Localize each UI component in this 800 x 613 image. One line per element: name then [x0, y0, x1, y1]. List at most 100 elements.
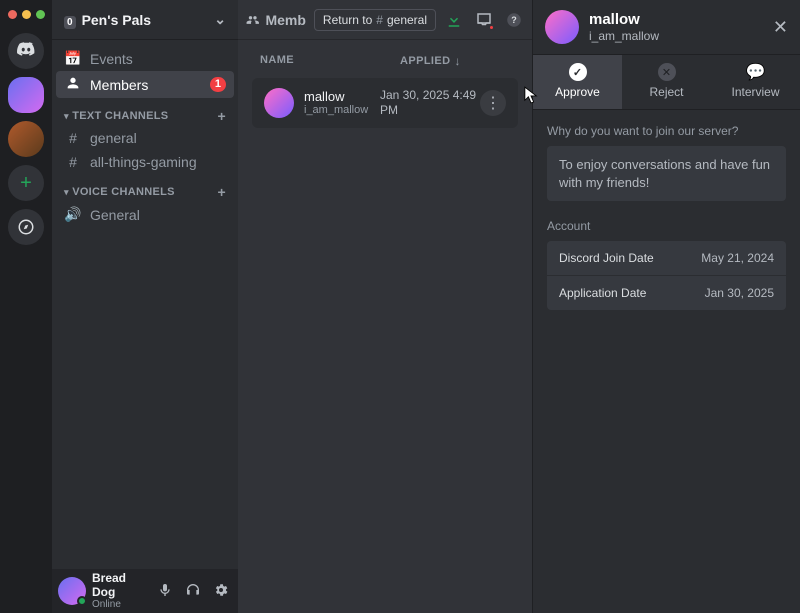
return-prefix: Return to: [323, 13, 372, 27]
tab-label: Interview: [731, 85, 779, 99]
applicant-list-header: NAME APPLIED ↓: [238, 40, 532, 78]
applicant-display-name: mallow: [304, 89, 380, 105]
hash-icon: #: [64, 130, 82, 146]
deafen-button[interactable]: [182, 582, 204, 601]
status-online-icon: [77, 596, 87, 606]
row-label: Discord Join Date: [559, 251, 654, 265]
panel-action-tabs: ✓ Approve ✕ Reject 💬 Interview: [533, 54, 800, 110]
sidebar-item-events[interactable]: 📅 Events: [56, 46, 234, 71]
channel-list: 📅 Events Members 1 ▾ TEXT CHANNELS + # g…: [52, 40, 238, 569]
download-button[interactable]: [444, 10, 464, 30]
row-value: May 21, 2024: [701, 251, 774, 265]
server-level-badge: 0: [64, 16, 76, 29]
explore-servers-button[interactable]: [8, 209, 44, 245]
svg-text:?: ?: [511, 15, 517, 25]
sidebar-item-members[interactable]: Members 1: [56, 71, 234, 98]
server-pens-pals[interactable]: [8, 77, 44, 113]
channel-label: general: [90, 130, 137, 146]
window-close-dot[interactable]: [8, 10, 17, 19]
applicant-applied-date: Jan 30, 2025 4:49 PM: [380, 88, 480, 118]
server-rail: +: [0, 0, 52, 613]
tab-label: Reject: [649, 85, 683, 99]
notification-dot-icon: [488, 24, 495, 31]
tab-approve[interactable]: ✓ Approve: [533, 55, 622, 109]
user-settings-button[interactable]: [210, 582, 232, 601]
panel-username: i_am_mallow: [589, 29, 763, 43]
speech-bubble-icon: 💬: [747, 63, 765, 81]
application-question: Why do you want to join our server?: [547, 124, 786, 138]
window-min-dot[interactable]: [22, 10, 31, 19]
chevron-down-icon: ⌄: [214, 11, 226, 28]
col-applied-header[interactable]: APPLIED ↓: [400, 54, 510, 68]
topbar-title: Memb: [265, 12, 305, 28]
applicant-row[interactable]: mallow i_am_mallow Jan 30, 2025 4:49 PM …: [252, 78, 518, 128]
self-status: Online: [92, 599, 148, 610]
inbox-button[interactable]: [474, 10, 494, 30]
panel-display-name: mallow: [589, 11, 763, 29]
add-server-button[interactable]: +: [8, 165, 44, 201]
channel-label: General: [90, 207, 140, 223]
sidebar-item-label: Members: [90, 77, 148, 93]
panel-header: mallow i_am_mallow ✕: [533, 0, 800, 54]
members-icon: [64, 75, 82, 94]
col-name-header[interactable]: NAME: [260, 54, 400, 68]
sort-arrow-down-icon: ↓: [454, 54, 460, 68]
category-text-channels[interactable]: ▾ TEXT CHANNELS +: [56, 98, 234, 126]
account-info-card: Discord Join Date May 21, 2024 Applicati…: [547, 241, 786, 310]
check-circle-icon: ✓: [569, 63, 587, 81]
sidebar-item-label: Events: [90, 51, 133, 67]
channel-label: all-things-gaming: [90, 154, 197, 170]
help-button[interactable]: ?: [504, 10, 524, 30]
close-panel-button[interactable]: ✕: [773, 17, 788, 38]
window-traffic-lights: [8, 6, 45, 25]
channel-general[interactable]: # general: [56, 126, 234, 150]
x-circle-icon: ✕: [658, 63, 676, 81]
hash-icon: #: [64, 154, 82, 170]
voice-channel-general[interactable]: 🔊 General: [56, 202, 234, 227]
discord-logo-icon: [15, 40, 37, 62]
add-channel-icon[interactable]: +: [218, 108, 226, 124]
applicant-detail-panel: mallow i_am_mallow ✕ ✓ Approve ✕ Reject …: [532, 0, 800, 613]
dm-home-button[interactable]: [8, 33, 44, 69]
category-label: ▾ VOICE CHANNELS: [64, 186, 175, 198]
self-name: Bread Dog: [92, 572, 148, 598]
server-name: Pen's Pals: [82, 12, 151, 28]
self-meta[interactable]: Bread Dog Online: [92, 572, 148, 609]
hash-icon: #: [376, 13, 383, 27]
tab-label: Approve: [555, 85, 600, 99]
category-label: ▾ TEXT CHANNELS: [64, 110, 168, 122]
members-badge: 1: [210, 77, 226, 92]
return-to-channel-button[interactable]: Return to # general: [314, 9, 436, 31]
server-other[interactable]: [8, 121, 44, 157]
topbar: Memb Return to # general ?: [238, 0, 532, 40]
speaker-icon: 🔊: [64, 206, 82, 223]
window-max-dot[interactable]: [36, 10, 45, 19]
panel-avatar: [545, 10, 579, 44]
account-section-label: Account: [547, 219, 786, 233]
tab-reject[interactable]: ✕ Reject: [622, 55, 711, 109]
applicant-more-button[interactable]: ⋮: [480, 90, 506, 116]
members-icon: [246, 11, 259, 29]
row-label: Application Date: [559, 286, 646, 300]
applicant-avatar: [264, 88, 294, 118]
main-content: Memb Return to # general ? NAME APPLIED …: [238, 0, 532, 613]
tab-interview[interactable]: 💬 Interview: [711, 55, 800, 109]
col-applied-label: APPLIED: [400, 55, 450, 67]
row-value: Jan 30, 2025: [705, 286, 774, 300]
add-channel-icon[interactable]: +: [218, 184, 226, 200]
category-voice-channels[interactable]: ▾ VOICE CHANNELS +: [56, 174, 234, 202]
panel-body: Why do you want to join our server? To e…: [533, 110, 800, 324]
compass-icon: [17, 218, 35, 236]
server-header[interactable]: 0 Pen's Pals ⌄: [52, 0, 238, 40]
application-answer: To enjoy conversations and have fun with…: [547, 146, 786, 201]
self-avatar[interactable]: [58, 577, 86, 605]
applicant-username: i_am_mallow: [304, 104, 380, 117]
mute-mic-button[interactable]: [154, 582, 176, 601]
calendar-icon: 📅: [64, 50, 82, 67]
account-row-join-date: Discord Join Date May 21, 2024: [547, 241, 786, 275]
gear-icon: [213, 582, 229, 598]
account-row-application-date: Application Date Jan 30, 2025: [547, 275, 786, 310]
channel-all-things-gaming[interactable]: # all-things-gaming: [56, 150, 234, 174]
channel-sidebar: 0 Pen's Pals ⌄ 📅 Events Members 1 ▾ TEXT …: [52, 0, 238, 613]
return-channel-name: general: [387, 13, 427, 27]
